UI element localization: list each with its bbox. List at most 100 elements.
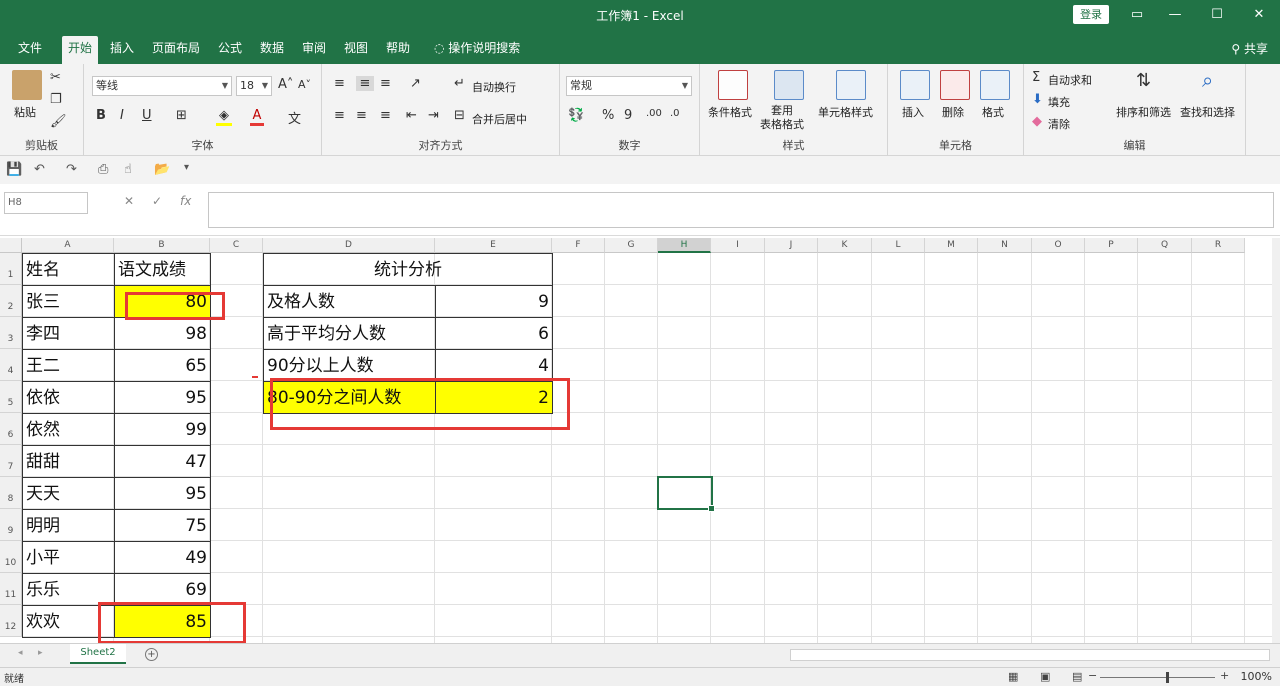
merge-center-button[interactable]: 合并后居中	[472, 111, 527, 127]
tab-formulas[interactable]: 公式	[212, 36, 248, 64]
cell-b10[interactable]: 49	[114, 541, 211, 574]
currency-icon[interactable]: 💱	[568, 108, 584, 123]
cell-e2[interactable]: 9	[435, 285, 553, 318]
cell-b1[interactable]: 语文成绩	[114, 253, 211, 286]
clear-button[interactable]: 清除	[1048, 116, 1070, 132]
row-header-4[interactable]: 4	[0, 349, 22, 381]
active-cell[interactable]	[657, 476, 715, 512]
align-center-icon[interactable]: ≡	[356, 108, 367, 123]
insert-function-icon[interactable]: fx	[180, 194, 191, 208]
page-break-view-icon[interactable]: ▤	[1072, 670, 1082, 683]
maximize-button[interactable]: ☐	[1202, 4, 1232, 26]
tab-help[interactable]: 帮助	[380, 36, 416, 64]
cell-b4[interactable]: 65	[114, 349, 211, 382]
undo-icon[interactable]: ↶	[34, 162, 45, 177]
normal-view-icon[interactable]: ▦	[1008, 670, 1018, 683]
format-cells-icon[interactable]	[980, 70, 1010, 100]
column-header-g[interactable]: G	[605, 238, 658, 253]
save-icon[interactable]: 💾	[6, 162, 22, 177]
row-header-12[interactable]: 12	[0, 605, 22, 637]
column-header-q[interactable]: Q	[1138, 238, 1192, 253]
conditional-format-icon[interactable]	[718, 70, 748, 100]
decrease-decimal-icon[interactable]: .0	[670, 108, 680, 119]
fill-icon[interactable]: ⬇	[1032, 92, 1043, 107]
cell-a6[interactable]: 依然	[22, 413, 115, 446]
zoom-out-icon[interactable]: −	[1088, 669, 1097, 682]
column-header-d[interactable]: D	[263, 238, 435, 253]
tab-file[interactable]: 文件	[12, 36, 48, 64]
autosum-icon[interactable]: Σ	[1032, 70, 1040, 85]
cell-styles-icon[interactable]	[836, 70, 866, 100]
format-as-table-icon[interactable]	[774, 70, 804, 100]
cell-b7[interactable]: 47	[114, 445, 211, 478]
grow-font-icon[interactable]: A˄	[278, 77, 293, 92]
cell-a1[interactable]: 姓名	[22, 253, 115, 286]
cell-a7[interactable]: 甜甜	[22, 445, 115, 478]
row-header-11[interactable]: 11	[0, 573, 22, 605]
italic-button[interactable]: I	[120, 108, 124, 123]
column-header-h[interactable]: H	[658, 238, 711, 253]
row-header-6[interactable]: 6	[0, 413, 22, 445]
login-button[interactable]: 登录	[1073, 5, 1109, 24]
column-header-c[interactable]: C	[210, 238, 263, 253]
sort-filter-icon[interactable]: ⇅	[1136, 70, 1151, 91]
merge-center-icon[interactable]: ⊟	[454, 108, 465, 123]
font-name-combo[interactable]: 等线 ▼	[92, 76, 232, 96]
clear-icon[interactable]: ◆	[1032, 114, 1042, 129]
scroll-right-icon[interactable]: ▸	[38, 648, 43, 658]
column-header-j[interactable]: J	[765, 238, 818, 253]
increase-decimal-icon[interactable]: .00	[646, 108, 662, 119]
redo-icon[interactable]: ↷	[66, 162, 77, 177]
column-header-e[interactable]: E	[435, 238, 552, 253]
touch-mode-icon[interactable]: ☝	[124, 162, 132, 177]
shrink-font-icon[interactable]: A˅	[298, 78, 311, 91]
align-left-icon[interactable]: ≡	[334, 108, 345, 123]
column-header-m[interactable]: M	[925, 238, 978, 253]
insert-cells-button[interactable]: 插入	[902, 104, 924, 120]
comma-button[interactable]: 9	[624, 108, 632, 123]
cell-d1-merged[interactable]: 统计分析	[263, 253, 553, 286]
row-header-10[interactable]: 10	[0, 541, 22, 573]
name-box[interactable]: H8	[4, 192, 88, 214]
format-as-table-button[interactable]: 套用 表格格式	[760, 104, 804, 132]
align-right-icon[interactable]: ≡	[380, 108, 391, 123]
ribbon-display-icon[interactable]: ▭	[1122, 4, 1152, 26]
fill-color-icon[interactable]: ◈	[216, 108, 232, 126]
horizontal-scrollbar[interactable]	[790, 649, 1270, 661]
cell-b12[interactable]: 85	[114, 605, 211, 638]
cell-a4[interactable]: 王二	[22, 349, 115, 382]
cut-icon[interactable]: ✂	[50, 70, 61, 85]
cell-a12[interactable]: 欢欢	[22, 605, 115, 638]
tab-home[interactable]: 开始	[62, 36, 99, 64]
zoom-slider[interactable]	[1100, 677, 1215, 678]
row-header-3[interactable]: 3	[0, 317, 22, 349]
autosum-button[interactable]: 自动求和	[1048, 72, 1092, 88]
find-icon[interactable]: ⌕	[1202, 68, 1213, 92]
tab-insert[interactable]: 插入	[104, 36, 140, 64]
sheet-tab-sheet2[interactable]: Sheet2	[70, 644, 126, 664]
cell-a9[interactable]: 明明	[22, 509, 115, 542]
cell-a2[interactable]: 张三	[22, 285, 115, 318]
column-header-b[interactable]: B	[114, 238, 210, 253]
format-painter-icon[interactable]: 🖌	[50, 114, 67, 129]
phonetic-icon[interactable]: 文	[288, 108, 301, 127]
cell-b5[interactable]: 95	[114, 381, 211, 414]
share-button[interactable]: ⚲ 共享	[1231, 40, 1268, 57]
column-header-n[interactable]: N	[978, 238, 1032, 253]
underline-button[interactable]: U	[142, 108, 152, 123]
wrap-text-icon[interactable]: ↵	[454, 76, 465, 91]
tab-data[interactable]: 数据	[254, 36, 290, 64]
increase-indent-icon[interactable]: ⇥	[428, 108, 439, 123]
row-header-7[interactable]: 7	[0, 445, 22, 477]
cell-b11[interactable]: 69	[114, 573, 211, 606]
row-header-2[interactable]: 2	[0, 285, 22, 317]
cell-b6[interactable]: 99	[114, 413, 211, 446]
number-format-combo[interactable]: 常规 ▼	[566, 76, 692, 96]
format-cells-button[interactable]: 格式	[982, 104, 1004, 120]
cell-a11[interactable]: 乐乐	[22, 573, 115, 606]
cell-a3[interactable]: 李四	[22, 317, 115, 350]
cell-e4[interactable]: 4	[435, 349, 553, 382]
zoom-slider-handle[interactable]	[1166, 672, 1169, 683]
paste-icon[interactable]	[12, 70, 42, 100]
minimize-button[interactable]: —	[1160, 4, 1190, 26]
